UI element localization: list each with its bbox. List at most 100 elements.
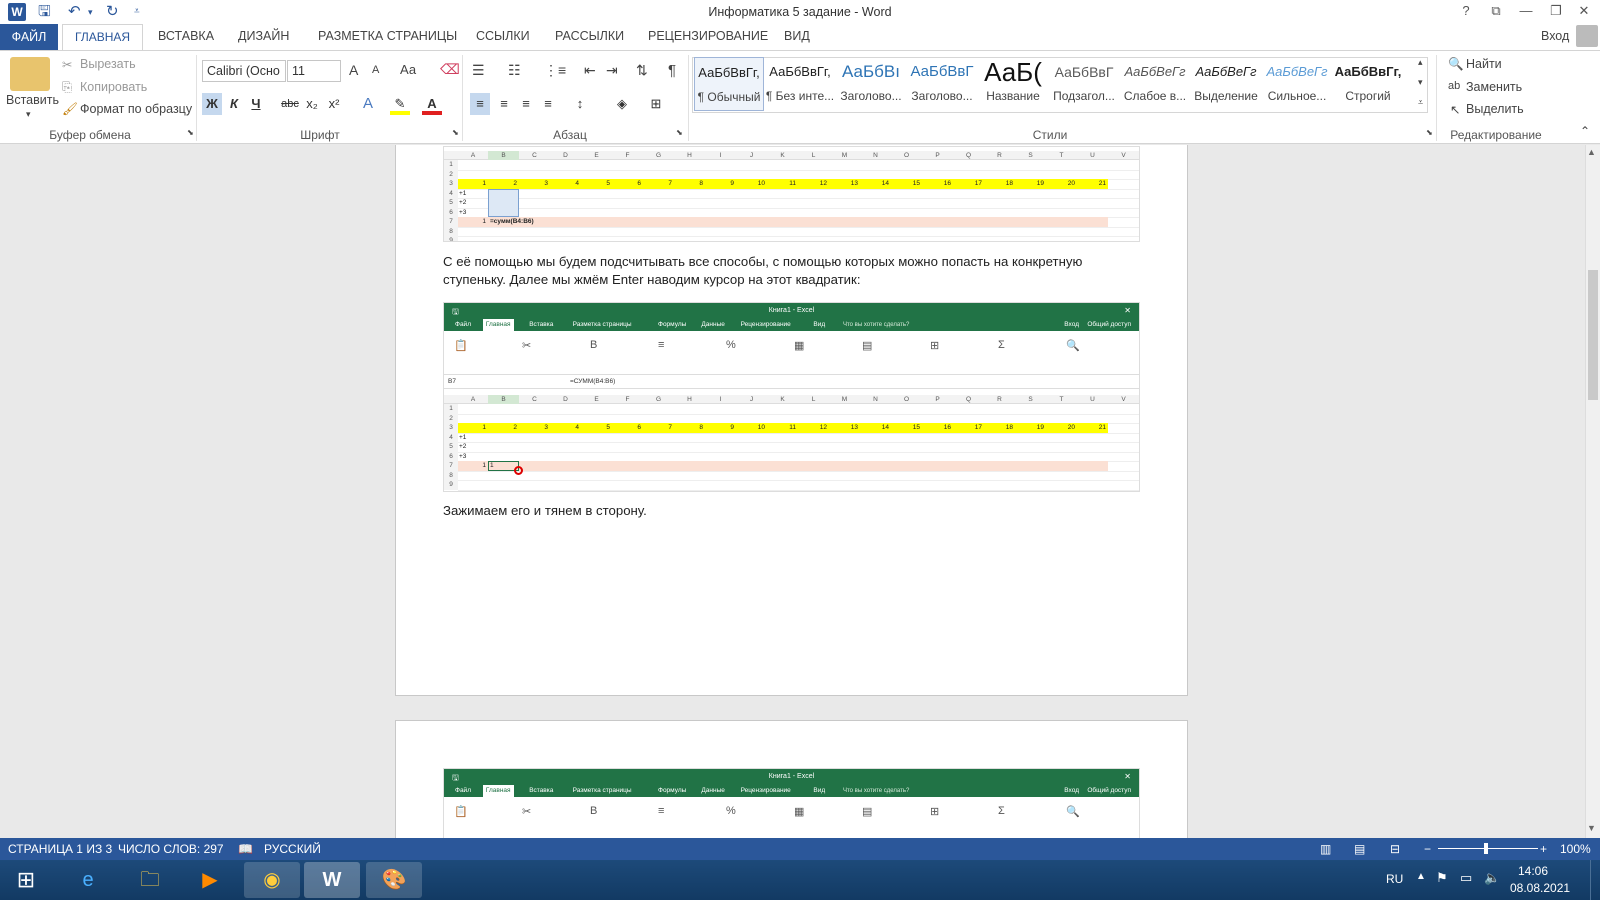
help-button[interactable]: ? bbox=[1452, 3, 1480, 18]
select-button[interactable]: Выделить bbox=[1466, 102, 1524, 116]
zoom-slider[interactable] bbox=[1438, 848, 1538, 849]
styles-more-icon[interactable]: ⩡ bbox=[1418, 97, 1423, 108]
ie-icon[interactable]: e bbox=[60, 862, 116, 898]
format-painter-button[interactable]: Формат по образцу bbox=[80, 102, 192, 116]
start-button[interactable]: ⊞ bbox=[0, 862, 52, 898]
style-tile[interactable]: АаБ(Название bbox=[978, 57, 1048, 111]
paste-button[interactable]: Вставить bbox=[6, 93, 59, 107]
read-mode-icon[interactable]: ▥ bbox=[1320, 842, 1331, 856]
font-size-box[interactable]: 11 bbox=[287, 60, 341, 82]
restore-button[interactable]: ❐ bbox=[1542, 3, 1570, 19]
word-count[interactable]: ЧИСЛО СЛОВ: 297 bbox=[118, 842, 224, 856]
shading-icon[interactable]: ◈ bbox=[612, 93, 632, 115]
style-tile[interactable]: АаБбВı Заголово... bbox=[836, 57, 906, 111]
volume-icon[interactable]: 🔈 bbox=[1484, 870, 1500, 886]
show-desktop-button[interactable] bbox=[1590, 860, 1600, 900]
paste-icon[interactable] bbox=[10, 57, 50, 91]
tray-expand-icon[interactable]: ▲ bbox=[1416, 871, 1426, 882]
strikethrough-button[interactable]: abc bbox=[280, 93, 300, 115]
network-icon[interactable]: ▭ bbox=[1460, 870, 1472, 886]
tab-references[interactable]: ССЫЛКИ bbox=[476, 29, 530, 43]
zoom-level[interactable]: 100% bbox=[1560, 842, 1591, 856]
web-layout-icon[interactable]: ⊟ bbox=[1390, 842, 1400, 856]
vertical-scrollbar[interactable]: ▲ ▼ bbox=[1585, 145, 1600, 838]
show-marks-icon[interactable]: ¶ bbox=[668, 62, 676, 79]
tab-mailings[interactable]: РАССЫЛКИ bbox=[555, 29, 624, 43]
font-launcher-icon[interactable]: ⬊ bbox=[452, 128, 459, 137]
font-name-box[interactable]: Calibri (Осно bbox=[202, 60, 286, 82]
style-tile[interactable]: АаБбВвГ Подзагол... bbox=[1049, 57, 1119, 111]
tab-review[interactable]: РЕЦЕНЗИРОВАНИЕ bbox=[648, 29, 768, 43]
superscript-button[interactable]: x² bbox=[324, 93, 344, 115]
replace-button[interactable]: Заменить bbox=[1466, 80, 1522, 94]
action-center-icon[interactable]: ⚑ bbox=[1436, 870, 1448, 886]
style-tile[interactable]: АаБбВеГг Выделение bbox=[1191, 57, 1261, 111]
clock-date[interactable]: 08.08.2021 bbox=[1510, 881, 1570, 895]
find-button[interactable]: Найти bbox=[1466, 57, 1502, 71]
clear-format-icon[interactable]: ⌫ bbox=[440, 61, 460, 78]
proofing-icon[interactable]: 📖 bbox=[238, 842, 253, 856]
scroll-up-icon[interactable]: ▲ bbox=[1587, 147, 1596, 157]
format-painter-icon[interactable]: 🖌 bbox=[62, 102, 78, 117]
align-right-icon[interactable]: ≡ bbox=[516, 93, 536, 115]
bold-button[interactable]: Ж bbox=[202, 93, 222, 115]
tab-view[interactable]: ВИД bbox=[784, 29, 810, 43]
styles-scroll-up-icon[interactable]: ▴ bbox=[1418, 57, 1423, 68]
decrease-indent-icon[interactable]: ⇤ bbox=[584, 62, 596, 79]
find-icon[interactable]: 🔍 bbox=[1448, 57, 1464, 72]
user-avatar[interactable] bbox=[1576, 25, 1598, 47]
cut-button[interactable]: Вырезать bbox=[80, 57, 136, 71]
style-tile[interactable]: АаБбВвГг, Строгий bbox=[1333, 57, 1403, 111]
align-center-icon[interactable]: ≡ bbox=[494, 93, 514, 115]
text-effects-icon[interactable]: A bbox=[358, 93, 378, 115]
numbering-icon[interactable]: ☷ bbox=[508, 62, 521, 79]
zoom-in-icon[interactable]: + bbox=[1540, 842, 1547, 856]
minimize-button[interactable]: — bbox=[1512, 3, 1540, 18]
scroll-down-icon[interactable]: ▼ bbox=[1587, 823, 1596, 833]
underline-button[interactable]: Ч bbox=[246, 93, 266, 115]
change-case-icon[interactable]: Аа bbox=[400, 62, 416, 77]
shrink-font-icon[interactable]: A bbox=[372, 64, 379, 76]
media-player-icon[interactable]: ▶ bbox=[182, 862, 238, 898]
tab-file[interactable]: ФАЙЛ bbox=[0, 24, 58, 50]
zoom-out-icon[interactable]: − bbox=[1424, 842, 1431, 856]
explorer-icon[interactable]: 🗀 bbox=[122, 862, 178, 898]
styles-scroll-down-icon[interactable]: ▾ bbox=[1418, 77, 1423, 88]
signin-link[interactable]: Вход bbox=[1541, 29, 1569, 43]
input-language[interactable]: RU bbox=[1386, 872, 1403, 886]
print-layout-icon[interactable]: ▤ bbox=[1354, 842, 1365, 856]
ribbon-display-icon[interactable]: ⧉ bbox=[1482, 3, 1510, 19]
collapse-ribbon-icon[interactable]: ⌃ bbox=[1580, 124, 1590, 138]
paste-dropdown-icon[interactable]: ▾ bbox=[26, 109, 31, 120]
tab-insert[interactable]: ВСТАВКА bbox=[158, 29, 214, 43]
highlight-icon[interactable]: ✎ bbox=[390, 93, 410, 115]
tab-home[interactable]: ГЛАВНАЯ bbox=[62, 24, 144, 51]
document-area[interactable]: ABCDEFGHIJKLMNOPQRSTUV123456789123456789… bbox=[0, 145, 1585, 838]
style-tile[interactable]: АаБбВвГг, ¶ Без инте... bbox=[765, 57, 835, 111]
clipboard-launcher-icon[interactable]: ⬊ bbox=[187, 128, 194, 137]
scroll-thumb[interactable] bbox=[1588, 270, 1598, 400]
bullets-icon[interactable]: ☰ bbox=[472, 62, 485, 79]
font-color-icon[interactable]: A bbox=[422, 93, 442, 115]
line-spacing-icon[interactable]: ↕ bbox=[570, 93, 590, 115]
cut-icon[interactable]: ✂ bbox=[62, 57, 72, 72]
tab-design[interactable]: ДИЗАЙН bbox=[238, 29, 289, 43]
paragraph-launcher-icon[interactable]: ⬊ bbox=[676, 128, 683, 137]
style-tile[interactable]: АаБбВеГг Сильное... bbox=[1262, 57, 1332, 111]
sort-icon[interactable]: ⇅ bbox=[636, 62, 648, 79]
zoom-slider-thumb[interactable] bbox=[1484, 843, 1488, 854]
replace-icon[interactable]: ab bbox=[1448, 80, 1460, 92]
copy-button[interactable]: Копировать bbox=[80, 80, 147, 94]
copy-icon[interactable]: ⎘ bbox=[62, 80, 72, 95]
close-button[interactable]: ✕ bbox=[1570, 3, 1598, 19]
word-taskbar-icon[interactable]: W bbox=[304, 862, 360, 898]
style-tile[interactable]: АаБбВеГг Слабое в... bbox=[1120, 57, 1190, 111]
language[interactable]: РУССКИЙ bbox=[264, 842, 321, 856]
chrome-icon[interactable]: ◉ bbox=[244, 862, 300, 898]
subscript-button[interactable]: x₂ bbox=[302, 93, 322, 115]
styles-launcher-icon[interactable]: ⬊ bbox=[1426, 128, 1433, 137]
page-count[interactable]: СТРАНИЦА 1 ИЗ 3 bbox=[8, 842, 112, 856]
align-left-icon[interactable]: ≡ bbox=[470, 93, 490, 115]
italic-button[interactable]: К bbox=[224, 93, 244, 115]
clock-time[interactable]: 14:06 bbox=[1518, 864, 1548, 878]
